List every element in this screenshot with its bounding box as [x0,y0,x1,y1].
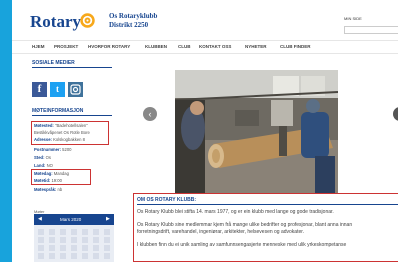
calendar-day-cell[interactable] [60,237,66,243]
info-country: Land: NO [34,163,53,168]
about-divider [137,204,398,205]
nav-item-hvorfor-rotary[interactable]: HVORFOR ROTARY [88,44,130,49]
calendar-day-cell[interactable] [49,229,55,235]
rotary-wheel-icon [80,13,95,28]
calendar-day-cell[interactable] [49,253,55,259]
nav-item-club-finder[interactable]: CLUB FINDER [280,44,311,49]
calendar-day-cell[interactable] [60,229,66,235]
calendar-day-cell[interactable] [60,245,66,251]
nav-item-club[interactable]: CLUB [178,44,191,49]
about-paragraph-2: Os Rotary Klubb sine medlemmar kjem frå … [137,222,353,228]
hero-photo [175,70,338,193]
calendar-day-cell[interactable] [71,229,77,235]
calendar-day-cell[interactable] [104,237,110,243]
calendar-day-cell[interactable] [104,245,110,251]
info-address: Adresse: Kolskogbakken 8 [34,137,85,142]
carousel-next-button[interactable] [393,107,398,121]
calendar-day-cell[interactable] [93,229,99,235]
main-nav: HJEM PROSJEKT HVORFOR ROTARY KLUBBEN CLU… [12,40,398,54]
site-header: Rotary Os Rotaryklubb Distrikt 2250 MIN … [12,0,398,40]
club-name: Os Rotaryklubb [109,12,158,20]
about-paragraph-3: I klubben finn du ei unik samling av sam… [137,242,347,248]
calendar-day-cell[interactable] [104,229,110,235]
calendar-day-cell[interactable] [82,245,88,251]
social-media-title: SOSIALE MEDIER [32,60,112,68]
calendar-day-cell[interactable] [71,245,77,251]
info-meeting-place-detail: Bestikkvåpenet Os Rotle Bore [34,130,90,135]
about-paragraph-2-cont: forretningsdrift, varehandel, ingeniørar… [137,229,305,235]
about-title: OM OS ROTARY KLUBB: [137,197,197,203]
facebook-icon[interactable]: f [32,82,47,97]
calendar-day-cell[interactable] [104,253,110,259]
calendar-day-cell[interactable] [93,245,99,251]
info-place: Sted: Os [34,155,51,160]
calendar-prev-icon[interactable]: ◀ [38,216,42,222]
instagram-glyph-icon [70,84,81,95]
twitter-icon[interactable]: t [50,82,65,97]
calendar-day-cell[interactable] [60,253,66,259]
calendar-day-cell[interactable] [93,237,99,243]
info-meeting-day: Møtedag: Mandag [34,171,69,176]
about-section: OM OS ROTARY KLUBB: Os Rotary Klubb blei… [133,193,398,262]
nav-item-nyheter[interactable]: NYHETER [245,44,267,49]
club-district: Distrikt 2250 [109,21,149,29]
nav-item-kontakt-oss[interactable]: KONTAKT OSS [199,44,231,49]
calendar-day-cell[interactable] [49,245,55,251]
login-input[interactable] [344,26,398,34]
calendar-day-cell[interactable] [71,253,77,259]
hero-photo-image [175,70,338,193]
calendar-day-cell[interactable] [82,253,88,259]
meeting-calendar: ◀ Mars 2020 ▶ [34,214,114,262]
info-language: Møtespråk: nb [34,187,63,192]
calendar-month: Mars 2020 [60,217,82,222]
calendar-day-cell[interactable] [38,245,44,251]
nav-item-prosjekt[interactable]: PROSJEKT [54,44,78,49]
info-meeting-place: Møtested: "Badehotellsalen" [34,123,88,128]
sidebar: SOSIALE MEDIER [32,60,112,68]
calendar-day-cell[interactable] [71,237,77,243]
nav-item-hjem[interactable]: HJEM [32,44,45,49]
calendar-day-cell[interactable] [38,229,44,235]
calendar-next-icon[interactable]: ▶ [106,216,110,222]
info-postcode: Postnummer: 5200 [34,147,72,152]
about-paragraph-1: Os Rotary Klubb blei stifta 14. mars 197… [137,209,334,215]
calendar-day-cell[interactable] [82,229,88,235]
instagram-icon[interactable] [68,82,83,97]
calendar-day-cell[interactable] [93,253,99,259]
meeting-info-title: MØTEINFORMASJON [32,108,112,116]
nav-item-klubben[interactable]: KLUBBEN [145,44,167,49]
login-label[interactable]: MIN SIDE [344,16,362,21]
calendar-day-cell[interactable] [49,237,55,243]
calendar-day-cell[interactable] [38,237,44,243]
rotary-logo-text[interactable]: Rotary [30,12,81,32]
page: Rotary Os Rotaryklubb Distrikt 2250 MIN … [12,0,398,262]
info-meeting-time: Møtetid: 19:00 [34,178,62,183]
calendar-header: ◀ Mars 2020 ▶ [34,214,114,225]
calendar-day-cell[interactable] [38,253,44,259]
carousel-prev-button[interactable]: ‹ [143,107,157,121]
calendar-day-cell[interactable] [82,237,88,243]
